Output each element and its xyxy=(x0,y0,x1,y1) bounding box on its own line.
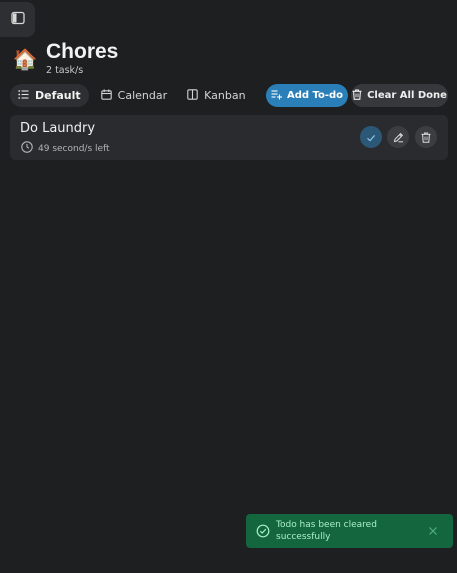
add-list-icon xyxy=(271,89,287,103)
check-circle-icon xyxy=(256,524,270,538)
list-icon xyxy=(18,89,35,103)
mark-done-button[interactable] xyxy=(360,126,382,148)
calendar-icon xyxy=(100,89,118,103)
tab-default[interactable]: Default xyxy=(10,84,89,107)
tab-label: Default xyxy=(35,89,81,102)
task-name: Do Laundry xyxy=(20,121,96,136)
add-todo-button[interactable]: Add To-do xyxy=(266,84,348,107)
trash-icon xyxy=(421,128,431,147)
tab-label: Kanban xyxy=(204,89,246,102)
tab-calendar[interactable]: Calendar xyxy=(93,84,175,107)
page-title: Chores xyxy=(46,40,119,63)
task-deadline: 49 second/s left xyxy=(21,141,110,156)
close-icon[interactable] xyxy=(427,525,439,537)
view-tabs: Default Calendar Kanban xyxy=(10,84,258,107)
category-emoji: 🏠 xyxy=(12,47,38,71)
app-root: 🏠 Chores 2 task/s Default Calendar Kanba… xyxy=(0,0,457,573)
check-icon xyxy=(366,128,376,147)
toast-message: Todo has been cleared successfully xyxy=(276,520,377,542)
kanban-icon xyxy=(187,88,204,103)
tab-label: Calendar xyxy=(117,89,168,102)
trash-icon xyxy=(352,89,367,103)
add-todo-label: Add To-do xyxy=(286,90,344,101)
edit-task-button[interactable] xyxy=(387,126,409,148)
clear-all-done-button[interactable]: Clear All Done xyxy=(351,84,448,107)
tab-kanban[interactable]: Kanban xyxy=(179,84,253,107)
task-count: 2 task/s xyxy=(46,65,84,76)
sidebar-icon xyxy=(10,10,25,29)
delete-task-button[interactable] xyxy=(415,126,437,148)
clock-icon xyxy=(21,141,38,156)
page-header: 🏠 Chores 2 task/s xyxy=(12,38,119,76)
sidebar-toggle-button[interactable] xyxy=(0,2,35,37)
time-left-text: 49 second/s left xyxy=(38,143,110,154)
task-card[interactable]: Do Laundry 49 second/s left xyxy=(10,115,448,160)
clear-all-done-label: Clear All Done xyxy=(367,90,447,101)
success-toast: Todo has been cleared successfully xyxy=(246,514,453,548)
pencil-icon xyxy=(393,128,404,147)
